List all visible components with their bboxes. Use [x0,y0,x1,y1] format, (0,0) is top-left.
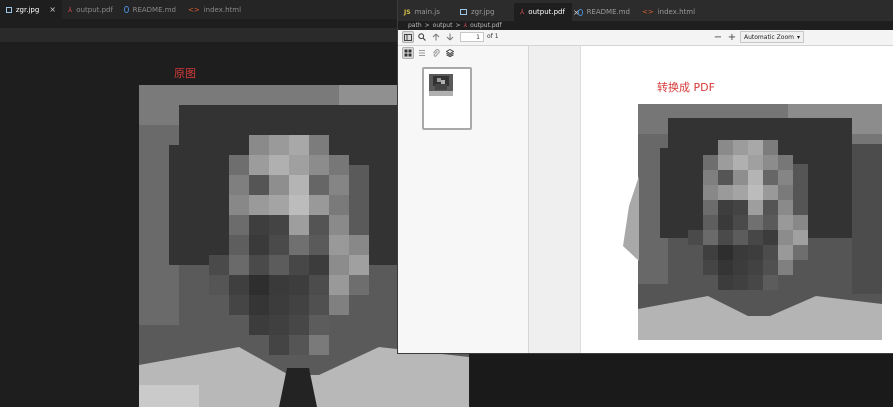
tab-label: output.pdf [528,8,565,16]
back-tab-readme[interactable]: README.md [118,0,182,19]
search-icon [418,33,426,41]
layers-view-button[interactable] [444,47,456,59]
tab-label: main.js [414,8,440,16]
pdf-page: 转换成 PDF [580,46,893,353]
previous-page-button[interactable] [430,31,442,43]
zoom-select[interactable]: Automatic Zoom ▾ [740,31,804,43]
tab-label: index.html [203,5,242,14]
breadcrumb-item[interactable]: path [408,22,422,29]
arrow-up-icon [432,33,440,41]
toggle-sidebar-button[interactable] [402,31,414,43]
pdf-sidebar [398,46,529,353]
back-tab-zgr-jpg[interactable]: zgr.jpg × [0,0,62,19]
pdf-icon: ⅄ [520,8,525,16]
chevron-right-icon: > [424,22,430,29]
layers-icon [446,49,454,57]
front-tab-main-js[interactable]: JS main.js [398,3,450,21]
zoom-level: Automatic Zoom [744,34,794,41]
chevron-down-icon: ▾ [796,34,800,41]
tab-label: zgr.jpg [15,5,40,14]
pdf-viewer-area: 转换成 PDF [529,46,893,353]
close-icon[interactable]: × [49,5,56,14]
info-icon [578,8,583,16]
image-icon [6,6,12,13]
tab-label: output.pdf [76,5,113,14]
original-caption: 原图 [174,67,196,80]
back-tab-output-pdf[interactable]: ⅄ output.pdf [62,0,118,19]
paperclip-icon [433,49,440,57]
back-tab-index-html[interactable]: <> index.html [182,0,244,19]
pdf-toolbar: 1 of 1 − + Automatic Zoom ▾ [398,30,893,46]
next-page-button[interactable] [444,31,456,43]
tab-label: zgr.jpg [471,8,495,16]
tab-label: index.html [657,8,696,16]
attachments-view-button[interactable] [430,47,442,59]
pdf-caption: 转换成 PDF [657,81,715,94]
info-icon [124,6,129,13]
grid-icon [404,49,412,57]
outline-view-button[interactable] [416,47,428,59]
pixelated-portrait-pdf [638,104,882,340]
zoom-out-button[interactable]: − [712,31,724,43]
pdf-icon: ⅄ [463,22,468,29]
thumbnails-view-button[interactable] [402,47,414,59]
front-tab-bar: JS main.js zgr.jpg ⅄ output.pdf × README… [398,0,893,21]
arrow-down-icon [446,33,454,41]
tab-label: README.md [132,5,176,14]
tab-label: README.md [586,8,630,16]
js-icon: JS [404,8,411,16]
chevron-right-icon: > [455,22,461,29]
sidebar-view-buttons [398,46,528,61]
breadcrumb-item[interactable]: output.pdf [470,22,501,29]
page-thumbnail[interactable] [422,67,472,130]
front-tab-zgr-jpg[interactable]: zgr.jpg [454,3,510,21]
html-icon: <> [188,5,200,14]
back-editor-area [470,353,893,407]
page-number-input[interactable]: 1 [460,32,484,42]
zoom-in-button[interactable]: + [726,31,738,43]
front-tab-readme[interactable]: README.md [572,3,636,21]
grey-artifact-left [623,176,639,261]
breadcrumb: path > output > ⅄ output.pdf [398,21,893,30]
thumbnail-image [429,74,453,96]
page-count-label: of 1 [487,33,499,40]
list-icon [419,50,425,56]
breadcrumb-item[interactable]: output [433,22,453,29]
html-icon: <> [642,8,654,16]
pdf-photo [638,104,882,340]
front-tab-index-html[interactable]: <> index.html [636,3,698,21]
image-icon [460,9,467,15]
front-tab-output-pdf[interactable]: ⅄ output.pdf × [514,3,580,21]
pdf-preview-window: JS main.js zgr.jpg ⅄ output.pdf × README… [398,0,893,353]
search-button[interactable] [416,31,428,43]
sidebar-icon [404,33,412,41]
pdf-icon: ⅄ [68,5,73,14]
